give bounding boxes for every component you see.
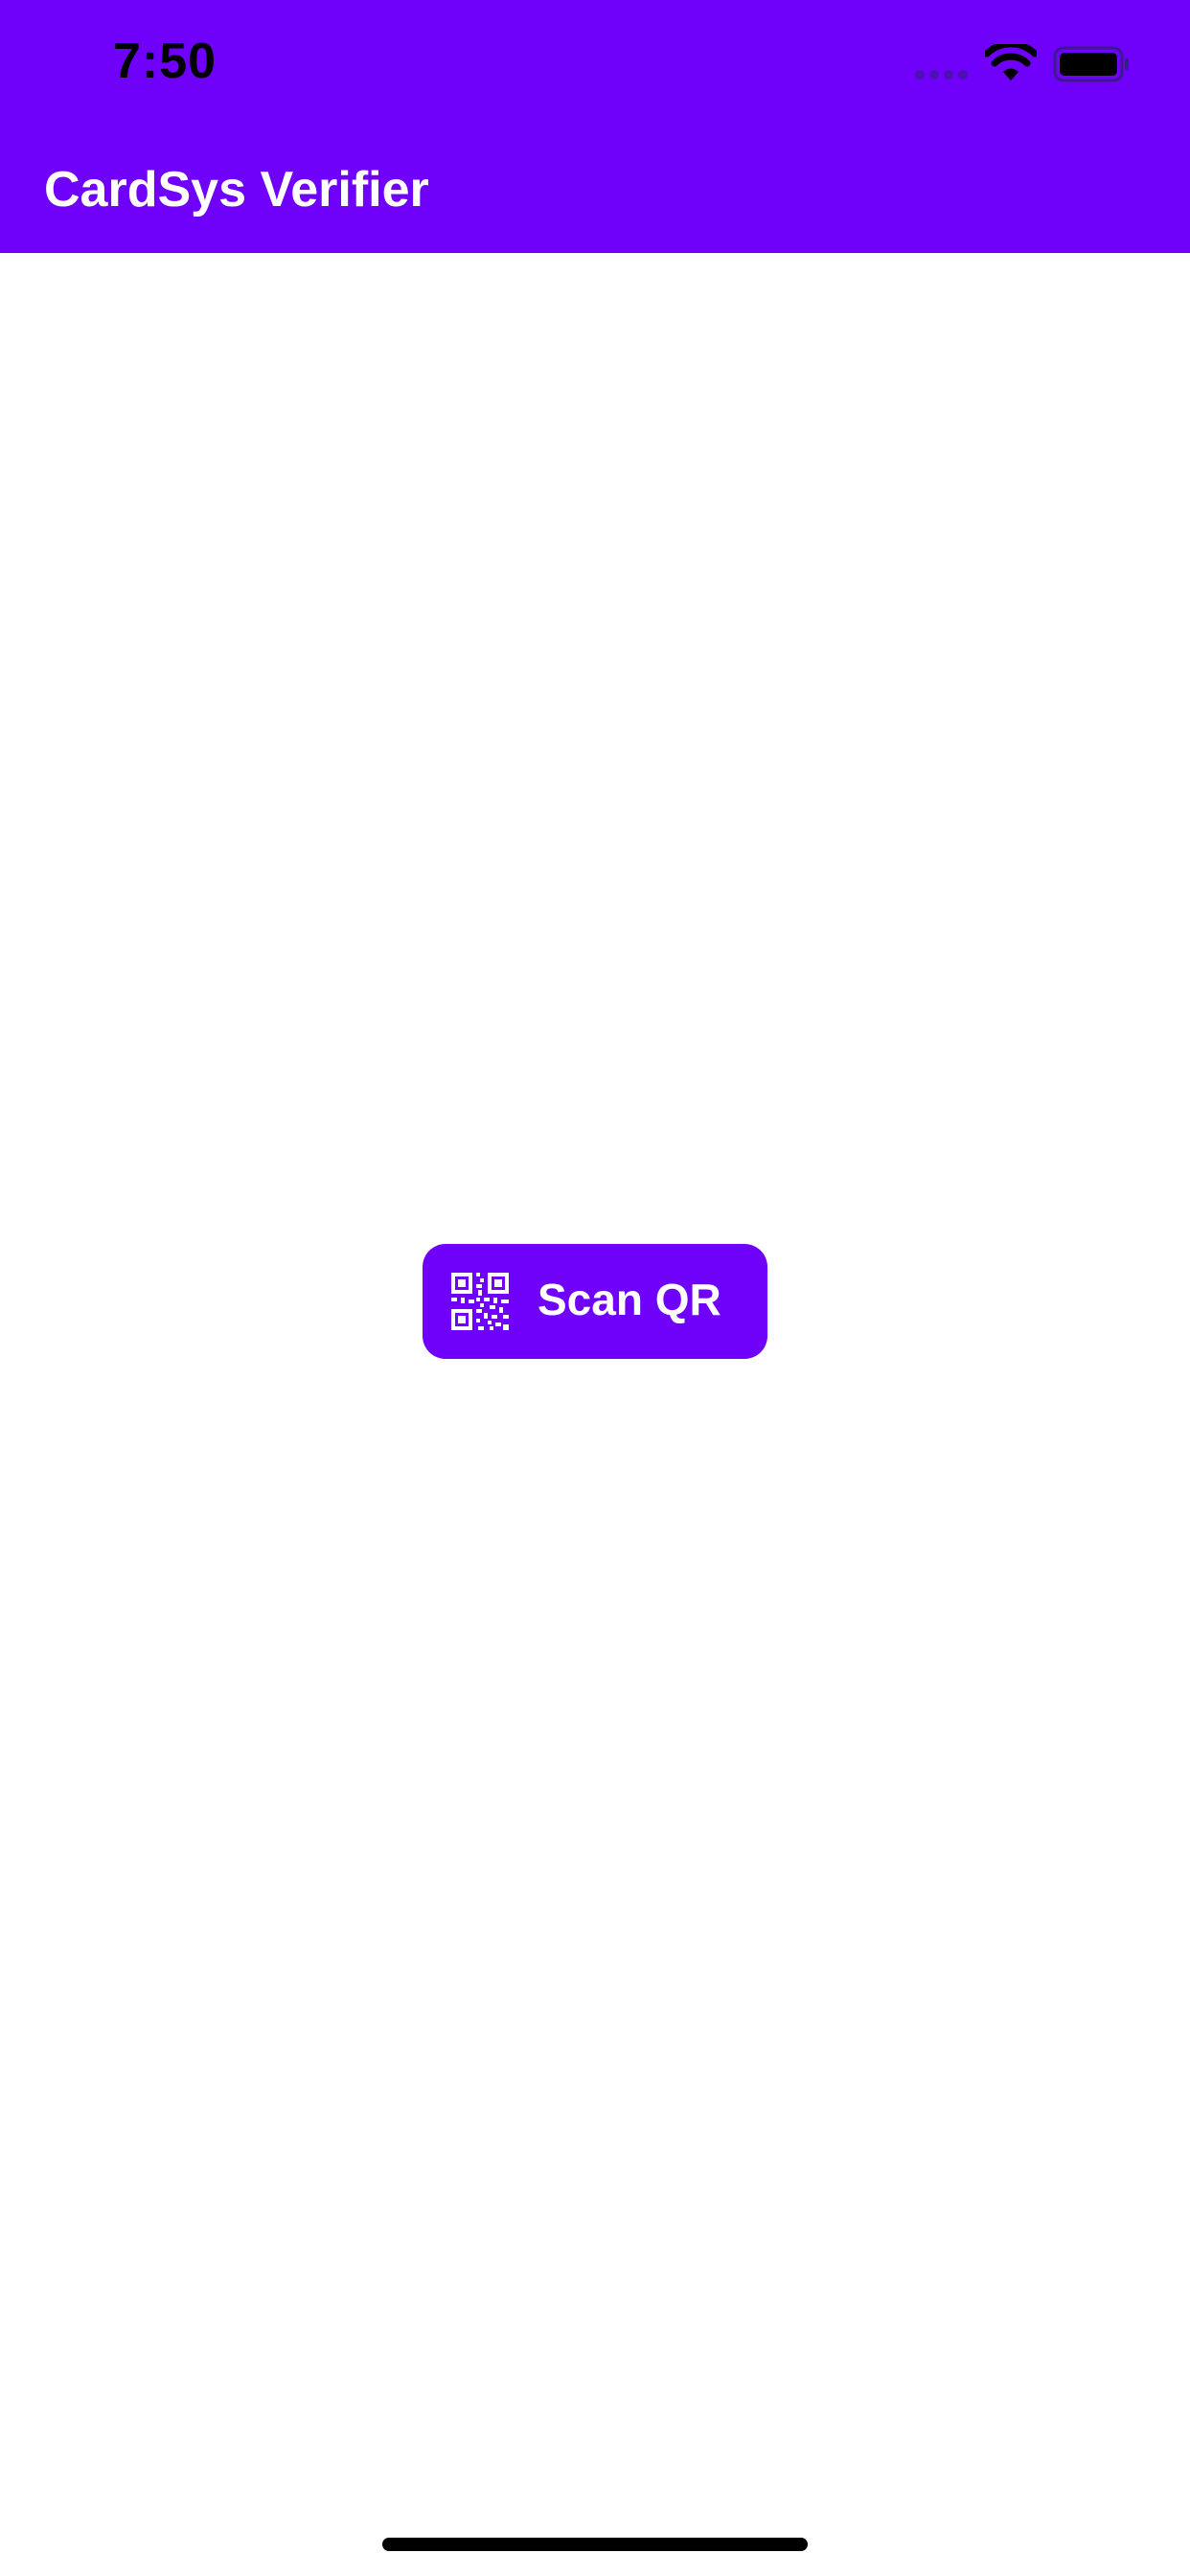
app-screen: 7:50 CardSys Verifier Scan QR (0, 0, 1190, 2576)
app-header: 7:50 CardSys Verifier (0, 0, 1190, 253)
wifi-icon (985, 44, 1037, 80)
home-indicator[interactable] (382, 2538, 808, 2551)
scan-qr-button[interactable]: Scan QR (423, 1244, 767, 1359)
status-bar: 7:50 (0, 0, 1190, 126)
cellular-signal-icon (915, 70, 968, 80)
scan-qr-label: Scan QR (538, 1275, 721, 1324)
page-title: CardSys Verifier (44, 162, 429, 218)
status-time: 7:50 (113, 34, 217, 89)
battery-icon (1053, 46, 1129, 82)
qr-code-icon (451, 1273, 509, 1330)
